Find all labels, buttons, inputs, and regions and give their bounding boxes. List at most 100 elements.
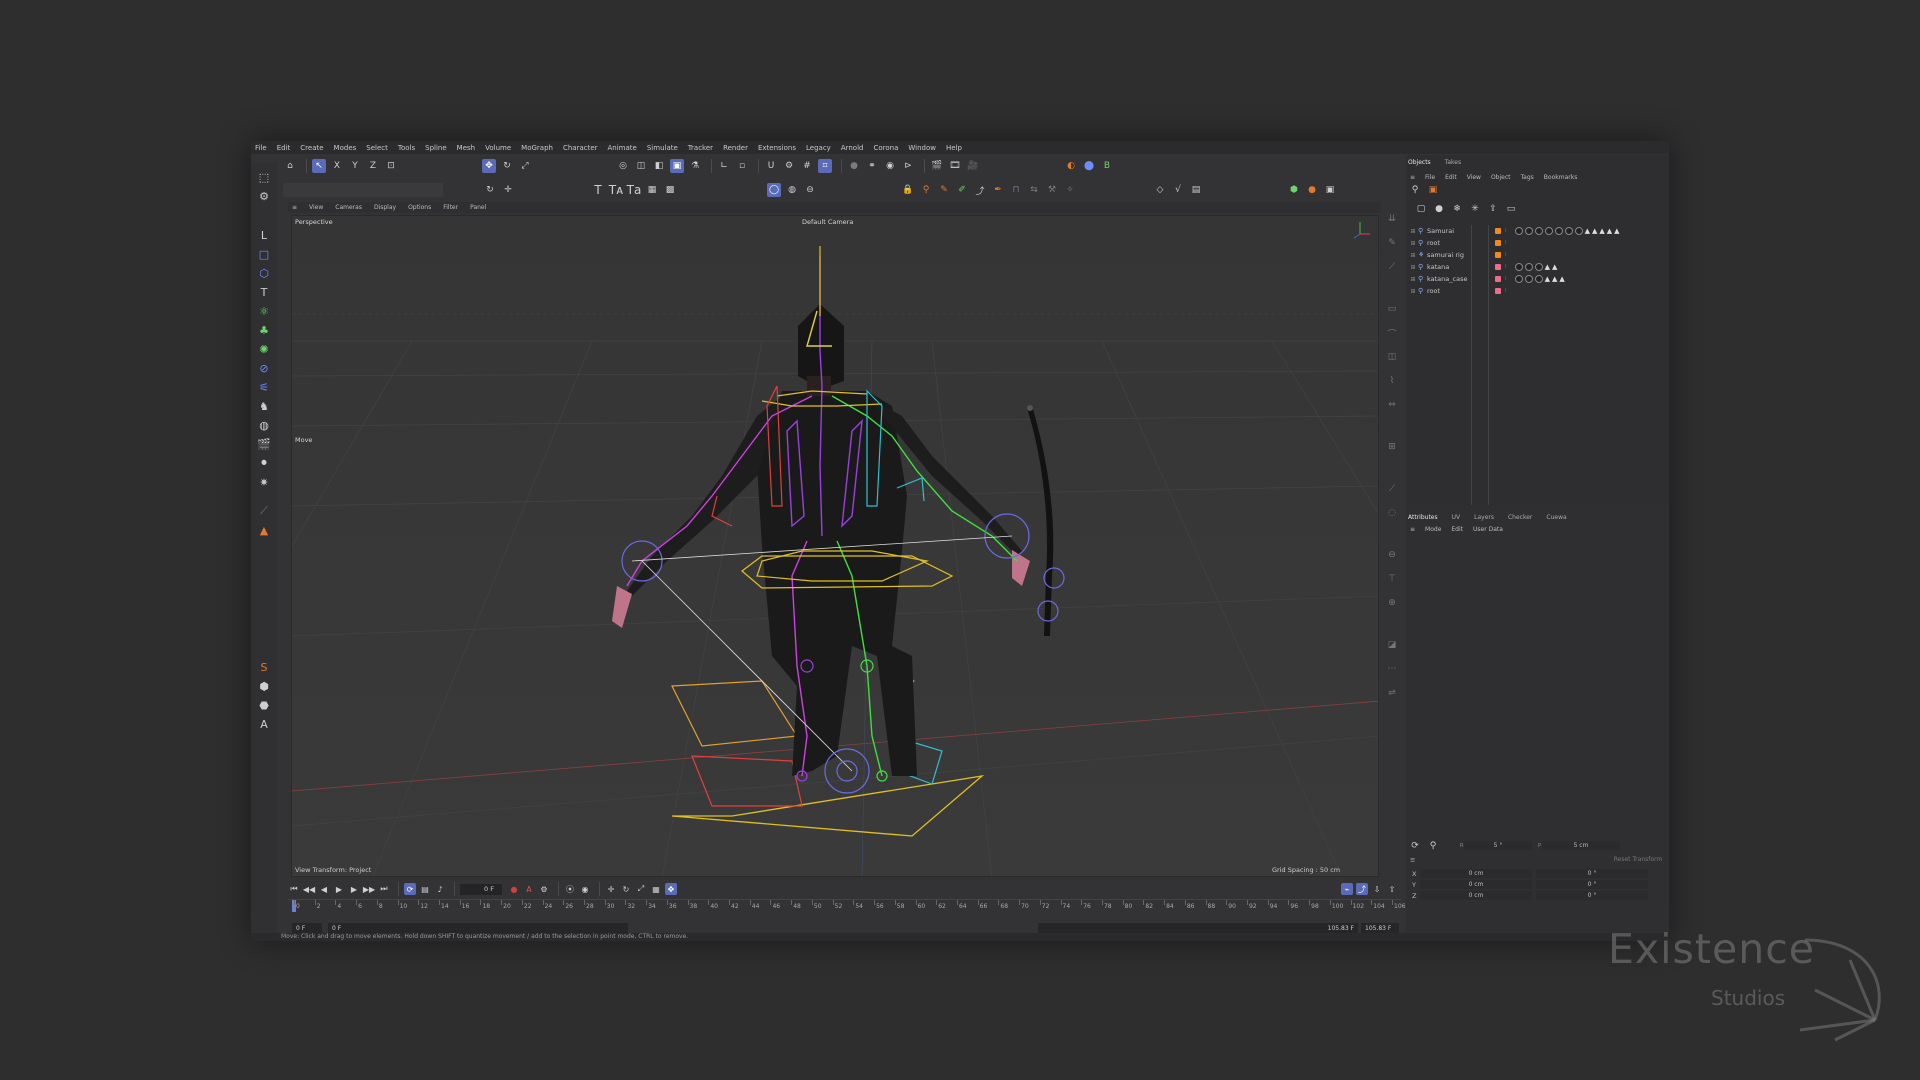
- paint-tool-icon[interactable]: ✐: [955, 183, 969, 197]
- menu-corona[interactable]: Corona: [873, 144, 898, 152]
- generator-icon[interactable]: ⚛: [257, 304, 271, 318]
- edges-mode-icon[interactable]: ◫: [634, 159, 648, 173]
- render-view-icon[interactable]: 🎬: [930, 159, 944, 173]
- expand-icon[interactable]: ⊞: [1408, 276, 1418, 283]
- tab-cuewa[interactable]: Cuewa: [1546, 514, 1566, 521]
- menu-character[interactable]: Character: [563, 144, 598, 152]
- viewport-menu-view[interactable]: View: [309, 204, 323, 211]
- layer-color-swatch[interactable]: [1495, 264, 1501, 270]
- coord-reset-icon[interactable]: ⟳: [1408, 839, 1422, 853]
- objects-menu-view[interactable]: View: [1467, 174, 1481, 181]
- expand-icon[interactable]: ⊞: [1408, 228, 1418, 235]
- objects-menu-edit[interactable]: Edit: [1445, 174, 1457, 181]
- timeline-import-icon[interactable]: ⇩: [1371, 883, 1383, 895]
- menu-legacy[interactable]: Legacy: [806, 144, 831, 152]
- attributes-menu-user-data[interactable]: User Data: [1473, 526, 1503, 533]
- stitch-icon[interactable]: ⊤: [1385, 572, 1399, 586]
- timeline-ruler[interactable]: 0 2 4 6 8 10 12 14 16 18 20 22 24 26 28 30 32 34 36 38 40 42 4…: [288, 899, 1405, 919]
- arnold-icon[interactable]: B: [1100, 159, 1114, 173]
- material-tag-icon[interactable]: [1554, 227, 1563, 235]
- render-settings-icon[interactable]: 🎥: [966, 159, 980, 173]
- material-tag-icon[interactable]: [1514, 275, 1523, 283]
- next-frame-icon[interactable]: ▶: [348, 883, 360, 895]
- object-row-root[interactable]: ⊞ ⚲ root ⁞: [1408, 285, 1669, 297]
- grid-snap-icon[interactable]: #: [800, 159, 814, 173]
- perspective-viewport[interactable]: Perspective Default Camera Move View Tra…: [291, 215, 1379, 877]
- menu-render[interactable]: Render: [723, 144, 748, 152]
- selection-filter-icon[interactable]: ⬚: [257, 170, 271, 184]
- menu-create[interactable]: Create: [300, 144, 323, 152]
- menu-select[interactable]: Select: [366, 144, 388, 152]
- material-icon[interactable]: ▦: [645, 183, 659, 197]
- object-row-katana-case[interactable]: ⊞ ⚲ katana_case ⁞ ▲ ▲ ▲: [1408, 273, 1669, 285]
- auto-key-icon[interactable]: A: [523, 883, 535, 895]
- constraint-tag-icon[interactable]: ▲: [1599, 227, 1604, 235]
- material-tag-icon[interactable]: [1534, 275, 1543, 283]
- axis-lock-icon[interactable]: ▫: [735, 159, 749, 173]
- mirror-icon[interactable]: ⇆: [1027, 183, 1041, 197]
- menu-arnold[interactable]: Arnold: [841, 144, 864, 152]
- material-tag-icon[interactable]: [1514, 263, 1523, 271]
- constraint-tag-icon[interactable]: ▲: [1552, 275, 1557, 283]
- light-icon[interactable]: ●: [1305, 183, 1319, 197]
- ik-icon[interactable]: ⤴: [973, 183, 987, 197]
- magnet-icon[interactable]: ◌: [1385, 506, 1399, 520]
- tab-objects[interactable]: Objects: [1408, 159, 1431, 166]
- expand-icon[interactable]: ⊞: [1408, 240, 1418, 247]
- text-tool-icon[interactable]: T: [591, 183, 605, 197]
- key-pla-icon[interactable]: ✥: [665, 883, 677, 895]
- coordinate-system-icon[interactable]: ⊡: [384, 159, 398, 173]
- cube-object-icon[interactable]: ⬢: [1287, 183, 1301, 197]
- next-key-icon[interactable]: ▶▶: [363, 883, 375, 895]
- material-tag-icon[interactable]: [1544, 227, 1553, 235]
- viewport-projection-label[interactable]: Perspective: [295, 218, 333, 226]
- f-curve-icon[interactable]: √: [1171, 183, 1185, 197]
- timeline-window-icon[interactable]: ▤: [1189, 183, 1203, 197]
- octane-icon[interactable]: ⬤: [1082, 159, 1096, 173]
- expand-icon[interactable]: ⊞: [1408, 252, 1418, 259]
- environment-icon[interactable]: ◍: [257, 418, 271, 432]
- end-frame-field[interactable]: 105.83 F: [1361, 923, 1399, 933]
- knife-icon[interactable]: ⟋: [1385, 260, 1399, 274]
- key-param-icon[interactable]: ▦: [650, 883, 662, 895]
- timeline-fcurve-mode-icon[interactable]: ⤴: [1356, 883, 1368, 895]
- menu-volume[interactable]: Volume: [485, 144, 511, 152]
- previous-frame-icon[interactable]: ◀: [318, 883, 330, 895]
- mode-switch-icon[interactable]: ⚙: [257, 189, 271, 203]
- reset-transform-button[interactable]: Reset Transform: [1608, 855, 1668, 864]
- filter-upload-icon[interactable]: ⇪: [1486, 202, 1500, 216]
- undo-view-icon[interactable]: ⌂: [283, 159, 297, 173]
- visibility-dots[interactable]: ⁞: [1505, 288, 1507, 294]
- constraint-tag-icon[interactable]: ▲: [1545, 263, 1550, 271]
- menu-window[interactable]: Window: [908, 144, 936, 152]
- tab-attributes[interactable]: Attributes: [1408, 514, 1438, 521]
- layout-icon[interactable]: ▣: [1323, 183, 1337, 197]
- sky-icon[interactable]: ◍: [785, 183, 799, 197]
- filter-box-icon[interactable]: ▢: [1414, 202, 1428, 216]
- expand-icon[interactable]: ⊞: [1408, 288, 1418, 295]
- rotation-field[interactable]: 0 °: [1536, 869, 1648, 878]
- smooth-icon[interactable]: ✧: [1063, 183, 1077, 197]
- scene-camera-icon[interactable]: ⏺: [257, 456, 271, 470]
- play-icon[interactable]: ▶: [333, 883, 345, 895]
- forester-plugin-icon[interactable]: ⬣: [257, 698, 271, 712]
- filter-star-icon[interactable]: ✳: [1468, 202, 1482, 216]
- visibility-dots[interactable]: ⁞: [1505, 252, 1507, 258]
- r-value-field[interactable]: 5 °: [1464, 841, 1532, 850]
- viewport-hamburger-icon[interactable]: ≡: [292, 204, 297, 211]
- snap-icon[interactable]: U: [764, 159, 778, 173]
- objects-hamburger-icon[interactable]: ≡: [1410, 174, 1415, 181]
- arnold-plugin-icon[interactable]: A: [257, 717, 271, 731]
- lock-icon[interactable]: 🔒: [901, 183, 915, 197]
- menu-animate[interactable]: Animate: [608, 144, 637, 152]
- cone-icon[interactable]: ▲: [257, 523, 271, 537]
- current-frame-field[interactable]: 0 F: [460, 883, 502, 895]
- position-field[interactable]: 0 cm: [1420, 869, 1532, 878]
- rotate-view-icon[interactable]: ↻: [483, 183, 497, 197]
- filter-snowflake-icon[interactable]: ❄: [1450, 202, 1464, 216]
- sound-icon[interactable]: ♪: [434, 883, 446, 895]
- objects-menu-object[interactable]: Object: [1491, 174, 1511, 181]
- menu-edit[interactable]: Edit: [277, 144, 291, 152]
- constraint-tag-icon[interactable]: ▲: [1614, 227, 1619, 235]
- constraint-tag-icon[interactable]: ▲: [1592, 227, 1597, 235]
